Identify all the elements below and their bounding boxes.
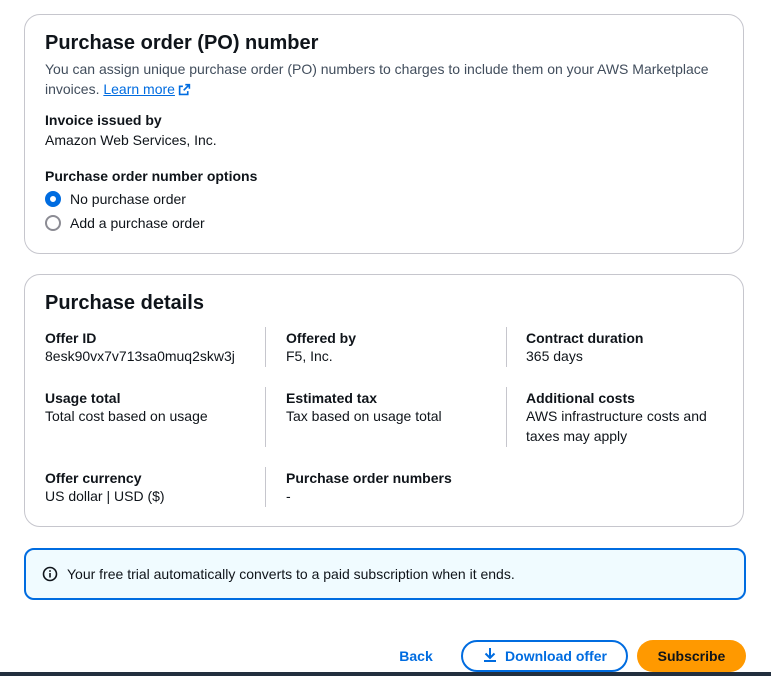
field-value: AWS infrastructure costs and taxes may a… <box>526 408 707 444</box>
invoice-value: Amazon Web Services, Inc. <box>45 132 217 148</box>
field-label: Offered by <box>286 330 357 346</box>
radio-no-purchase-order[interactable]: No purchase order <box>45 191 186 207</box>
field-value: 365 days <box>526 348 583 364</box>
download-offer-button[interactable]: Download offer <box>461 640 628 672</box>
info-icon <box>42 566 58 582</box>
field-offered-by: Offered by F5, Inc. <box>286 330 506 366</box>
learn-more-link[interactable]: Learn more <box>103 81 191 97</box>
column-divider <box>265 467 266 507</box>
field-additional-costs: Additional costs AWS infrastructure cost… <box>526 390 726 446</box>
field-offer-currency: Offer currency US dollar | USD ($) <box>45 470 265 506</box>
column-divider <box>506 387 507 447</box>
free-trial-alert: Your free trial automatically converts t… <box>24 548 746 600</box>
column-divider <box>506 327 507 367</box>
field-value: Tax based on usage total <box>286 408 442 424</box>
radio-unchecked-icon[interactable] <box>45 215 61 231</box>
download-offer-label: Download offer <box>505 648 607 664</box>
field-purchase-order-numbers: Purchase order numbers - <box>286 470 506 506</box>
learn-more-label: Learn more <box>103 81 175 97</box>
invoice-issued-by: Invoice issued by Amazon Web Services, I… <box>45 112 217 150</box>
download-icon <box>482 647 498 666</box>
field-value: US dollar | USD ($) <box>45 488 165 504</box>
field-value: 8esk90vx7v713sa0muq2skw3j <box>45 348 235 364</box>
field-label: Contract duration <box>526 330 644 346</box>
purchase-order-card: Purchase order (PO) number You can assig… <box>24 14 744 254</box>
field-label: Estimated tax <box>286 390 378 406</box>
field-label: Offer currency <box>45 470 142 486</box>
radio-checked-icon[interactable] <box>45 191 61 207</box>
subscribe-button[interactable]: Subscribe <box>637 640 746 672</box>
field-label: Usage total <box>45 390 121 406</box>
column-divider <box>265 327 266 367</box>
field-value: F5, Inc. <box>286 348 333 364</box>
field-contract-duration: Contract duration 365 days <box>526 330 746 366</box>
column-divider <box>265 387 266 447</box>
field-value: Total cost based on usage <box>45 408 208 424</box>
details-title: Purchase details <box>45 292 204 314</box>
alert-text: Your free trial automatically converts t… <box>67 566 515 582</box>
field-label: Purchase order numbers <box>286 470 452 486</box>
field-estimated-tax: Estimated tax Tax based on usage total <box>286 390 506 426</box>
radio-add-purchase-order[interactable]: Add a purchase order <box>45 215 205 231</box>
field-offer-id: Offer ID 8esk90vx7v713sa0muq2skw3j <box>45 330 265 366</box>
field-value: - <box>286 488 291 504</box>
po-section-title: Purchase order (PO) number <box>45 32 319 54</box>
bottom-bar <box>0 672 771 676</box>
purchase-details-card: Purchase details Offer ID 8esk90vx7v713s… <box>24 274 744 527</box>
back-button[interactable]: Back <box>386 640 446 672</box>
po-options-label: Purchase order number options <box>45 168 258 184</box>
invoice-label: Invoice issued by <box>45 112 162 128</box>
field-label: Additional costs <box>526 390 635 406</box>
radio-label-add-po: Add a purchase order <box>70 215 205 231</box>
po-description: You can assign unique purchase order (PO… <box>45 59 735 101</box>
field-label: Offer ID <box>45 330 97 346</box>
radio-label-no-po: No purchase order <box>70 191 186 207</box>
external-link-icon <box>178 81 191 101</box>
field-usage-total: Usage total Total cost based on usage <box>45 390 265 426</box>
